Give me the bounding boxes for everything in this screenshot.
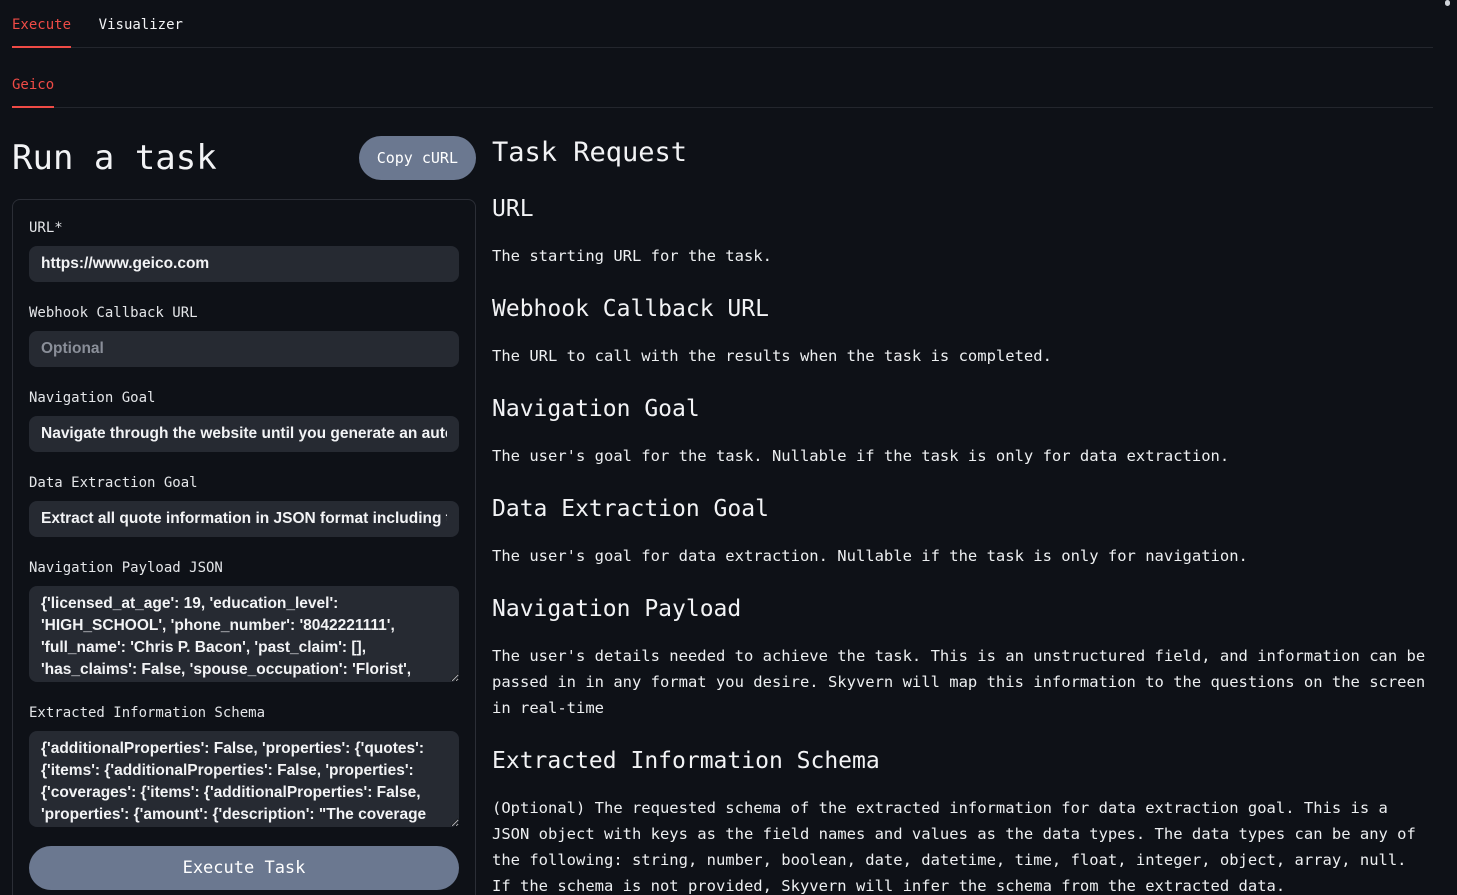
extracted-schema-textarea[interactable]: {'additionalProperties': False, 'propert…: [29, 731, 459, 827]
url-input[interactable]: [29, 246, 459, 282]
page-scrollbar-thumb[interactable]: [1445, 0, 1450, 6]
docs-panel: Task Request URL The starting URL for th…: [492, 108, 1433, 895]
doc-section-navigation-payload: Navigation Payload The user's details ne…: [492, 596, 1433, 721]
url-field-group: URL*: [29, 220, 459, 282]
main-tab-bar: Execute Visualizer: [12, 0, 1433, 48]
doc-body: The starting URL for the task.: [492, 243, 1433, 269]
webhook-field-group: Webhook Callback URL: [29, 305, 459, 367]
url-label: URL*: [29, 220, 459, 236]
doc-body: The user's details needed to achieve the…: [492, 643, 1433, 721]
doc-heading: Navigation Payload: [492, 596, 1433, 623]
doc-heading: Data Extraction Goal: [492, 496, 1433, 523]
doc-body: The URL to call with the results when th…: [492, 343, 1433, 369]
page-title: Run a task: [12, 136, 217, 180]
copy-curl-button[interactable]: Copy cURL: [359, 136, 476, 180]
tab-geico[interactable]: Geico: [12, 77, 54, 108]
doc-body: (Optional) The requested schema of the e…: [492, 795, 1433, 895]
extracted-schema-label: Extracted Information Schema: [29, 705, 459, 721]
navigation-goal-input[interactable]: [29, 416, 459, 452]
doc-body: The user's goal for data extraction. Nul…: [492, 543, 1433, 569]
form-header: Run a task Copy cURL: [12, 136, 476, 180]
doc-section-url: URL The starting URL for the task.: [492, 196, 1433, 269]
doc-section-navigation-goal: Navigation Goal The user's goal for the …: [492, 396, 1433, 469]
docs-title: Task Request: [492, 137, 1433, 169]
doc-body: The user's goal for the task. Nullable i…: [492, 443, 1433, 469]
webhook-input[interactable]: [29, 331, 459, 367]
navigation-payload-field-group: Navigation Payload JSON {'licensed_at_ag…: [29, 560, 459, 682]
task-form-column: Run a task Copy cURL URL* Webhook Callba…: [12, 108, 476, 895]
page-content: Run a task Copy cURL URL* Webhook Callba…: [0, 108, 1457, 895]
doc-heading: Webhook Callback URL: [492, 296, 1433, 323]
extracted-schema-field-group: Extracted Information Schema {'additiona…: [29, 705, 459, 827]
tab-execute[interactable]: Execute: [12, 17, 71, 48]
navigation-payload-label: Navigation Payload JSON: [29, 560, 459, 576]
sub-tab-bar: Geico: [12, 48, 1433, 108]
navigation-payload-textarea[interactable]: {'licensed_at_age': 19, 'education_level…: [29, 586, 459, 682]
doc-section-extracted-schema: Extracted Information Schema (Optional) …: [492, 748, 1433, 895]
execute-task-button[interactable]: Execute Task: [29, 846, 459, 890]
doc-section-data-extraction-goal: Data Extraction Goal The user's goal for…: [492, 496, 1433, 569]
data-extraction-goal-input[interactable]: [29, 501, 459, 537]
webhook-label: Webhook Callback URL: [29, 305, 459, 321]
doc-heading: URL: [492, 196, 1433, 223]
doc-section-webhook: Webhook Callback URL The URL to call wit…: [492, 296, 1433, 369]
tab-visualizer[interactable]: Visualizer: [99, 17, 183, 46]
data-extraction-goal-label: Data Extraction Goal: [29, 475, 459, 491]
doc-heading: Extracted Information Schema: [492, 748, 1433, 775]
doc-heading: Navigation Goal: [492, 396, 1433, 423]
navigation-goal-field-group: Navigation Goal: [29, 390, 459, 452]
data-extraction-goal-field-group: Data Extraction Goal: [29, 475, 459, 537]
task-form-card: URL* Webhook Callback URL Navigation Goa…: [12, 199, 476, 895]
navigation-goal-label: Navigation Goal: [29, 390, 459, 406]
